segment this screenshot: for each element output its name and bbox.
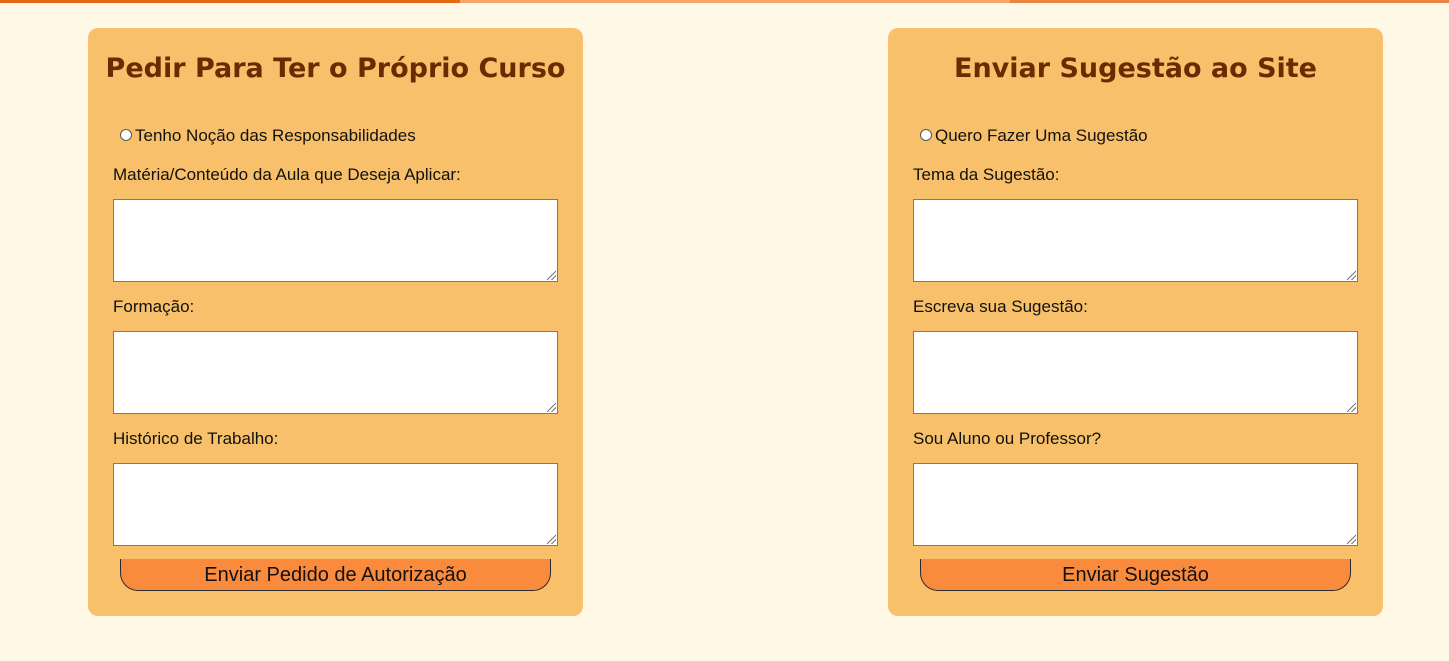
course-request-form: Pedir Para Ter o Próprio Curso Tenho Noç… <box>88 28 583 616</box>
resize-grip-icon[interactable] <box>1347 535 1356 544</box>
suggestion-form: Enviar Sugestão ao Site Quero Fazer Uma … <box>888 28 1383 616</box>
suggestion-text-label: Escreva sua Sugestão: <box>913 297 1088 316</box>
resize-grip-icon[interactable] <box>1347 403 1356 412</box>
responsibility-radio[interactable] <box>120 129 132 141</box>
form-title: Enviar Sugestão ao Site <box>954 53 1317 84</box>
responsibility-radio-row[interactable]: Tenho Noção das Responsabilidades <box>120 126 416 146</box>
resize-grip-icon[interactable] <box>547 403 556 412</box>
top-accent-bar <box>0 0 1449 3</box>
suggestion-radio-row[interactable]: Quero Fazer Uma Sugestão <box>920 126 1148 146</box>
work-history-textarea[interactable] <box>113 463 558 546</box>
subject-textarea[interactable] <box>113 199 558 282</box>
top-accent-segment <box>0 0 460 3</box>
radio-label: Quero Fazer Uma Sugestão <box>935 126 1148 145</box>
resize-grip-icon[interactable] <box>547 271 556 280</box>
suggestion-radio[interactable] <box>920 129 932 141</box>
submit-authorization-button[interactable]: Enviar Pedido de Autorização <box>120 559 551 591</box>
submit-suggestion-button[interactable]: Enviar Sugestão <box>920 559 1351 591</box>
top-accent-segment <box>460 0 1010 3</box>
work-history-label: Histórico de Trabalho: <box>113 429 279 448</box>
suggestion-topic-textarea[interactable] <box>913 199 1358 282</box>
role-label: Sou Aluno ou Professor? <box>913 429 1102 448</box>
suggestion-topic-label: Tema da Sugestão: <box>913 165 1060 184</box>
form-title: Pedir Para Ter o Próprio Curso <box>105 53 566 84</box>
education-label: Formação: <box>113 297 195 316</box>
radio-label: Tenho Noção das Responsabilidades <box>135 126 416 145</box>
resize-grip-icon[interactable] <box>547 535 556 544</box>
role-textarea[interactable] <box>913 463 1358 546</box>
resize-grip-icon[interactable] <box>1347 271 1356 280</box>
suggestion-text-textarea[interactable] <box>913 331 1358 414</box>
subject-label: Matéria/Conteúdo da Aula que Deseja Apli… <box>113 165 461 184</box>
education-textarea[interactable] <box>113 331 558 414</box>
top-accent-segment <box>1010 0 1449 3</box>
